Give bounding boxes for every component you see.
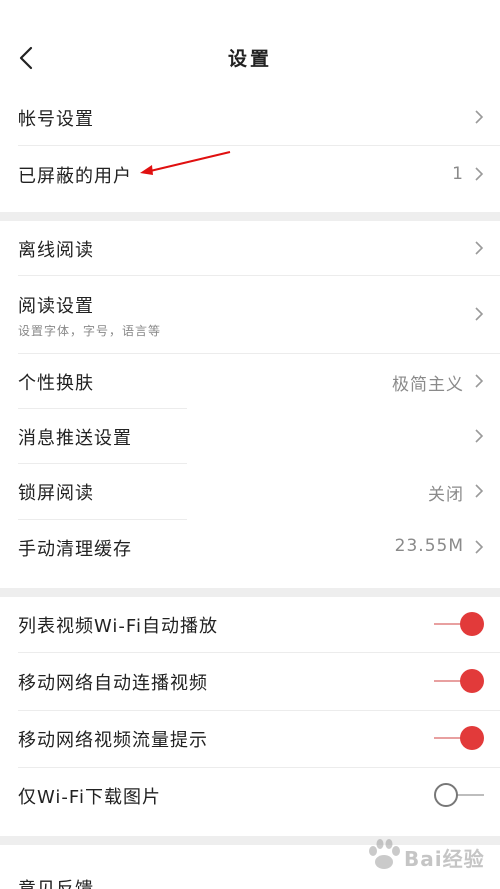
row-clear-cache[interactable]: 手动清理缓存 23.55M (0, 520, 500, 588)
chevron-right-icon (475, 241, 484, 255)
mobile-autoplay-toggle[interactable] (434, 668, 484, 694)
row-label: 意见反馈 (18, 875, 94, 889)
chevron-right-icon (475, 307, 484, 321)
row-label: 帐号设置 (18, 109, 94, 130)
row-blocked-users[interactable]: 已屏蔽的用户 1 (0, 146, 500, 212)
section-gap (0, 588, 500, 597)
page-title: 设置 (227, 48, 272, 70)
baidu-jingyan-watermark: Bai经验 (362, 831, 492, 879)
top-bar: 设置 (0, 0, 500, 90)
row-push-settings[interactable]: 消息推送设置 (0, 409, 500, 463)
watermark-text: Bai经验 (404, 847, 485, 871)
row-label: 离线阅读 (18, 240, 94, 261)
chevron-right-icon (475, 167, 484, 181)
chevron-right-icon (475, 540, 484, 554)
row-lockscreen-reading[interactable]: 锁屏阅读 关闭 (0, 464, 500, 519)
wifi-only-images-toggle[interactable] (434, 782, 484, 808)
row-label: 消息推送设置 (18, 428, 132, 449)
chevron-right-icon (475, 484, 484, 498)
row-reading-settings[interactable]: 阅读设置 设置字体，字号，语言等 (0, 276, 500, 353)
row-list-video-autoplay: 列表视频Wi-Fi自动播放 (0, 597, 500, 652)
row-offline-reading[interactable]: 离线阅读 (0, 221, 500, 275)
row-data-usage-prompt: 移动网络视频流量提示 (0, 711, 500, 767)
list-video-autoplay-toggle[interactable] (434, 611, 484, 637)
lockscreen-value: 关闭 (428, 485, 464, 505)
row-theme[interactable]: 个性换肤 极简主义 (0, 354, 500, 408)
row-label: 移动网络自动连播视频 (18, 673, 208, 694)
row-label: 手动清理缓存 (18, 539, 132, 560)
row-account-settings[interactable]: 帐号设置 (0, 90, 500, 145)
theme-value: 极简主义 (392, 375, 464, 395)
row-label: 阅读设置 (18, 296, 94, 317)
chevron-right-icon (475, 110, 484, 124)
blocked-count: 1 (452, 164, 464, 184)
row-sublabel: 设置字体，字号，语言等 (18, 324, 162, 338)
row-wifi-only-images: 仅Wi-Fi下载图片 (0, 768, 500, 836)
paw-logo-icon (369, 839, 400, 869)
data-usage-prompt-toggle[interactable] (434, 725, 484, 751)
row-label: 仅Wi-Fi下载图片 (18, 787, 161, 808)
section-gap (0, 212, 500, 221)
row-label: 个性换肤 (18, 373, 94, 394)
cache-size: 23.55M (394, 536, 464, 556)
row-label: 移动网络视频流量提示 (18, 730, 208, 751)
row-label: 列表视频Wi-Fi自动播放 (18, 616, 218, 637)
chevron-right-icon (475, 374, 484, 388)
row-mobile-autoplay: 移动网络自动连播视频 (0, 653, 500, 710)
annotation-arrow-icon (140, 151, 231, 175)
chevron-right-icon (475, 429, 484, 443)
row-label: 已屏蔽的用户 (18, 166, 132, 187)
row-label: 锁屏阅读 (18, 483, 94, 504)
